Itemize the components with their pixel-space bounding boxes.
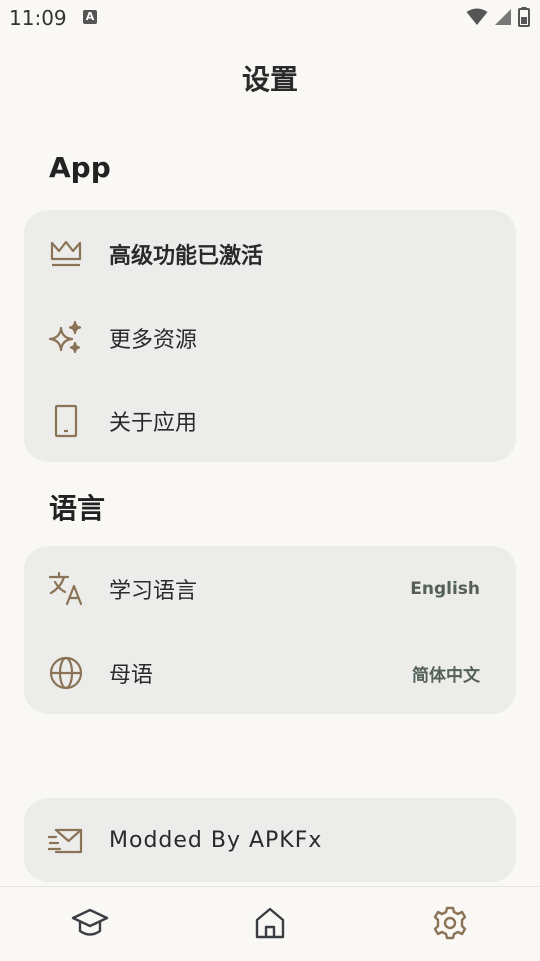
more-resources-row[interactable]: 更多资源 bbox=[24, 296, 516, 380]
crown-icon bbox=[48, 236, 84, 272]
globe-icon bbox=[48, 655, 84, 691]
status-time: 11:09 bbox=[9, 6, 67, 30]
page-title: 设置 bbox=[241, 63, 298, 96]
status-icons bbox=[466, 7, 530, 27]
modded-label: Modded By APKFx bbox=[109, 827, 323, 853]
about-app-row[interactable]: 关于应用 bbox=[24, 379, 516, 463]
signal-icon bbox=[495, 9, 511, 25]
app-card: 高级功能已激活 更多资源 关于应用 bbox=[24, 210, 516, 462]
a-icon: A bbox=[83, 10, 97, 24]
mail-icon bbox=[48, 822, 84, 858]
language-card: 学习语言 English 母语 简体中文 bbox=[24, 546, 516, 714]
gear-icon bbox=[433, 906, 467, 940]
sparkle-icon bbox=[48, 320, 84, 356]
modded-card: Modded By APKFx bbox=[24, 798, 516, 882]
translate-icon bbox=[48, 571, 84, 607]
battery-icon bbox=[518, 7, 530, 27]
more-resources-label: 更多资源 bbox=[109, 328, 198, 353]
nav-settings[interactable] bbox=[430, 903, 470, 943]
premium-label: 高级功能已激活 bbox=[109, 244, 264, 269]
home-icon bbox=[255, 907, 285, 939]
section-header-app: App bbox=[49, 151, 111, 184]
status-bar: 11:09 A bbox=[0, 0, 540, 36]
section-header-language: 语言 bbox=[49, 492, 106, 525]
native-language-row[interactable]: 母语 简体中文 bbox=[24, 631, 516, 715]
phone-icon bbox=[48, 403, 84, 439]
graduation-cap-icon bbox=[71, 908, 109, 936]
nav-home[interactable] bbox=[250, 903, 290, 943]
learning-language-row[interactable]: 学习语言 English bbox=[24, 547, 516, 631]
wifi-icon bbox=[466, 8, 488, 25]
nav-learn[interactable] bbox=[70, 903, 110, 943]
native-language-value: 简体中文 bbox=[412, 665, 480, 686]
about-app-label: 关于应用 bbox=[109, 411, 198, 436]
premium-row[interactable]: 高级功能已激活 bbox=[24, 212, 516, 296]
learning-language-value: English bbox=[410, 579, 480, 599]
native-language-label: 母语 bbox=[109, 663, 154, 688]
learning-language-label: 学习语言 bbox=[109, 579, 198, 604]
bottom-nav bbox=[0, 886, 540, 961]
modded-row[interactable]: Modded By APKFx bbox=[24, 798, 516, 882]
